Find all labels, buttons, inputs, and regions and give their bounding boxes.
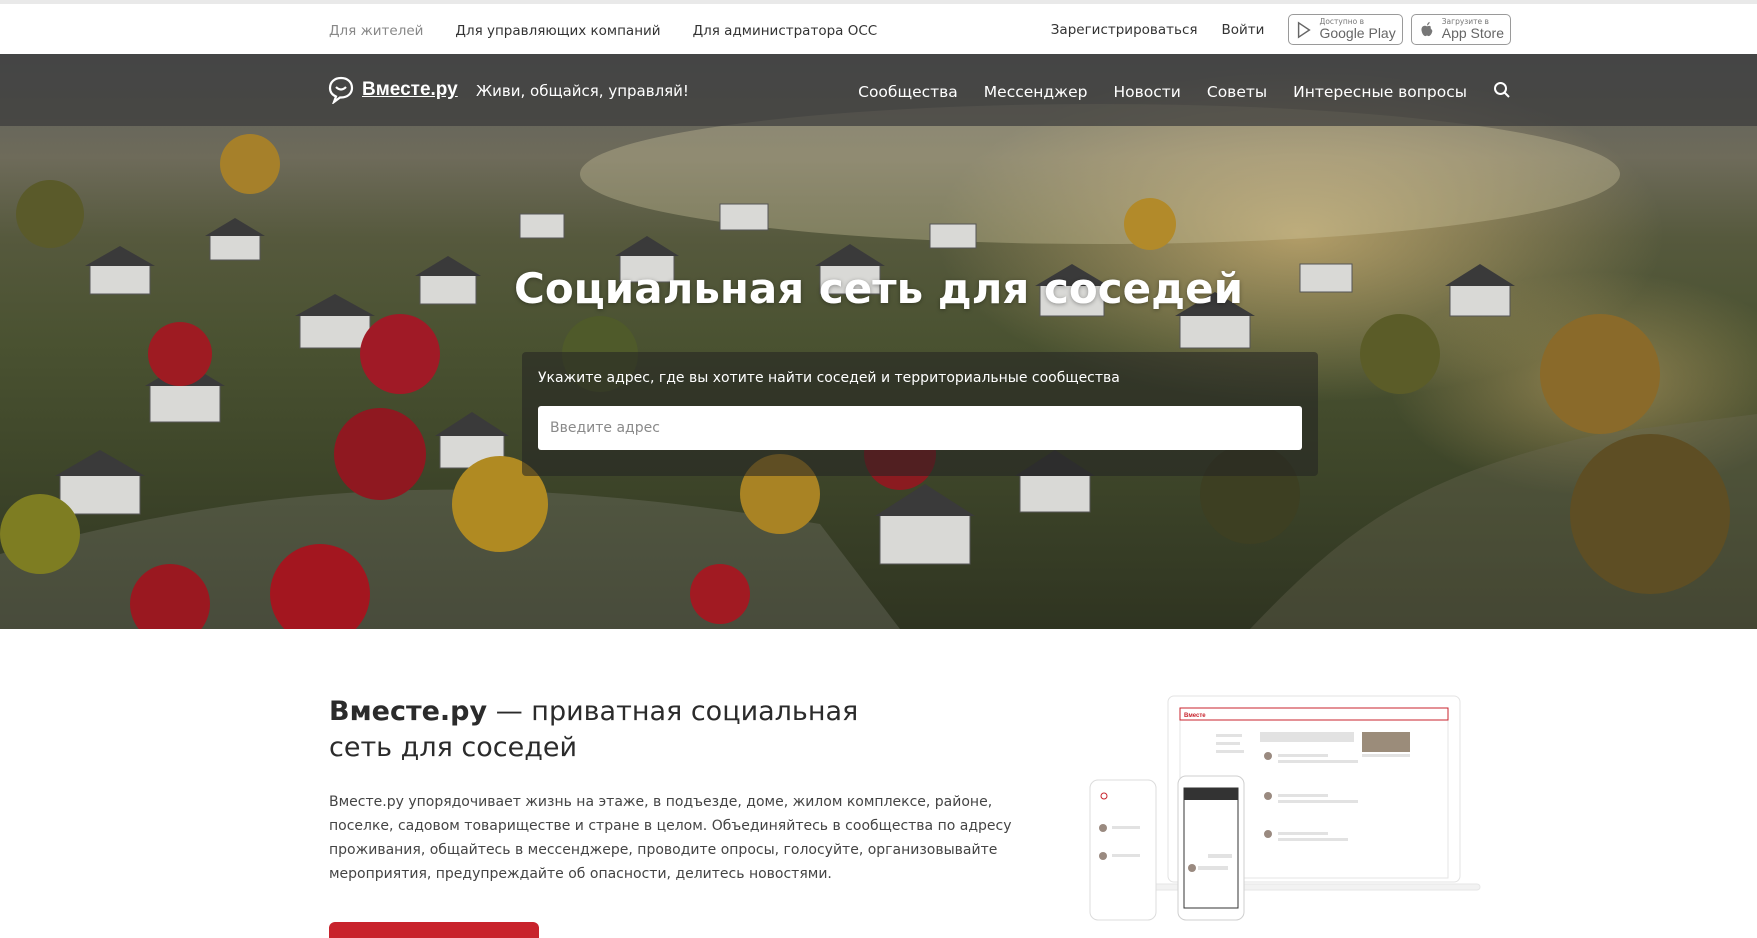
slogan: Живи, общайся, управляй!	[476, 82, 689, 100]
cta-button[interactable]	[329, 922, 539, 938]
top-utility-bar: Для жителей Для управляющих компаний Для…	[0, 0, 1757, 54]
about-title-brand: Вместе.ру	[329, 696, 488, 727]
site-logo[interactable]: Вместе.ру	[328, 76, 458, 104]
search-button[interactable]	[1493, 81, 1511, 103]
search-icon	[1494, 82, 1510, 98]
hero-title: Социальная сеть для соседей	[514, 264, 1243, 313]
address-input[interactable]	[538, 406, 1302, 450]
main-nav: Сообщества Мессенджер Новости Советы Инт…	[858, 81, 1511, 103]
google-play-badge[interactable]: Доступно в Google Play	[1288, 14, 1403, 45]
about-text: Вместе.ру упорядочивает жизнь на этаже, …	[329, 794, 1012, 882]
mockup-logo-text: Вместе	[1184, 713, 1206, 719]
address-search-hint: Укажите адрес, где вы хотите найти сосед…	[538, 370, 1120, 386]
store-badges: Доступно в Google Play Загрузите в App S…	[1288, 14, 1511, 45]
chat-bubble-logo-icon	[328, 76, 354, 104]
app-store-big-text: App Store	[1441, 25, 1504, 41]
devices-illustration: Вместе	[1089, 695, 1481, 921]
link-for-residents[interactable]: Для жителей	[329, 23, 423, 39]
logo-text: Вместе.ру	[362, 79, 458, 100]
nav-interesting-questions[interactable]: Интересные вопросы	[1293, 83, 1467, 101]
about-title: Вместе.ру — приватная социальная сеть дл…	[329, 694, 889, 766]
link-for-oss-admin[interactable]: Для администратора ОСС	[693, 23, 878, 39]
nav-messenger[interactable]: Мессенджер	[984, 83, 1088, 101]
nav-news[interactable]: Новости	[1113, 83, 1180, 101]
address-search-panel: Укажите адрес, где вы хотите найти сосед…	[522, 352, 1318, 476]
google-play-icon	[1298, 20, 1312, 39]
app-store-badge[interactable]: Загрузите в App Store	[1410, 14, 1511, 45]
google-play-big-text: Google Play	[1319, 25, 1396, 41]
nav-communities[interactable]: Сообщества	[858, 83, 958, 101]
register-link[interactable]: Зарегистрироваться	[1051, 22, 1198, 38]
account-links: Зарегистрироваться Войти Доступно в Goog…	[1051, 14, 1511, 45]
link-for-management-companies[interactable]: Для управляющих компаний	[455, 23, 660, 39]
audience-links: Для жителей Для управляющих компаний Для…	[329, 23, 877, 39]
login-link[interactable]: Войти	[1222, 22, 1265, 38]
main-navbar: Вместе.ру Живи, общайся, управляй! Сообщ…	[0, 54, 1757, 126]
village-aerial-photo	[0, 104, 1757, 629]
hero-section: Вместе.ру Живи, общайся, управляй! Сообщ…	[0, 54, 1757, 629]
apple-icon	[1421, 21, 1433, 36]
nav-tips[interactable]: Советы	[1207, 83, 1267, 101]
